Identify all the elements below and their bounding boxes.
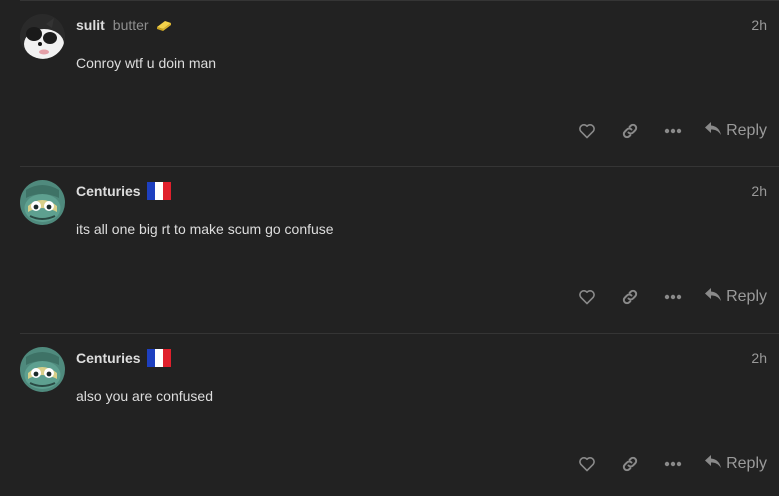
reply-icon — [704, 121, 722, 141]
france-flag-icon — [146, 182, 171, 200]
post-divider — [20, 333, 779, 334]
reply-button[interactable]: Reply — [704, 454, 767, 474]
post: Centuries 2h its all one big rt to make … — [0, 166, 779, 332]
post-actions: Reply — [555, 453, 767, 475]
reply-label: Reply — [726, 455, 767, 472]
post-divider — [20, 0, 779, 1]
more-icon[interactable] — [662, 453, 684, 475]
avatar[interactable] — [20, 347, 65, 392]
post: sulit butter 2h Conroy wtf u doin man Re… — [0, 0, 779, 166]
link-icon[interactable] — [619, 120, 641, 142]
reply-icon — [704, 454, 722, 474]
avatar[interactable] — [20, 180, 65, 225]
post-time[interactable]: 2h — [751, 348, 767, 368]
avatar[interactable] — [20, 14, 65, 59]
reply-button[interactable]: Reply — [704, 287, 767, 307]
username[interactable]: Centuries — [76, 350, 141, 366]
france-flag-icon — [146, 349, 171, 367]
post-divider — [20, 166, 779, 167]
post-header: sulit butter 2h — [76, 15, 767, 35]
heart-icon[interactable] — [576, 120, 598, 142]
more-icon[interactable] — [662, 120, 684, 142]
more-icon[interactable] — [662, 286, 684, 308]
heart-icon[interactable] — [576, 453, 598, 475]
post-body: its all one big rt to make scum go confu… — [76, 221, 334, 237]
reply-icon — [704, 287, 722, 307]
username[interactable]: Centuries — [76, 183, 141, 199]
post: Centuries 2h also you are confused Reply — [0, 333, 779, 496]
reply-button[interactable]: Reply — [704, 121, 767, 141]
post-actions: Reply — [555, 120, 767, 142]
heart-icon[interactable] — [576, 286, 598, 308]
reply-label: Reply — [726, 288, 767, 305]
reply-label: Reply — [726, 122, 767, 139]
post-stream: sulit butter 2h Conroy wtf u doin man Re… — [0, 0, 779, 496]
link-icon[interactable] — [619, 453, 641, 475]
post-body: also you are confused — [76, 388, 213, 404]
post-time[interactable]: 2h — [751, 181, 767, 201]
link-icon[interactable] — [619, 286, 641, 308]
post-body: Conroy wtf u doin man — [76, 55, 217, 71]
post-time[interactable]: 2h — [751, 15, 767, 35]
user-title: butter — [112, 17, 149, 33]
username[interactable]: sulit — [76, 17, 105, 33]
post-header: Centuries 2h — [76, 348, 767, 368]
post-actions: Reply — [555, 286, 767, 308]
post-header: Centuries 2h — [76, 181, 767, 201]
butter-icon — [155, 19, 173, 31]
